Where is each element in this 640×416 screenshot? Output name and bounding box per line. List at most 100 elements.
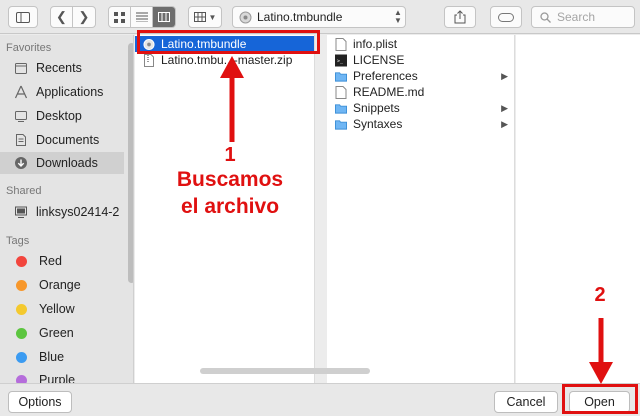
arrange-grid-icon: [193, 12, 206, 22]
documents-icon: [14, 133, 28, 147]
sidebar-tag-yellow[interactable]: Yellow: [0, 298, 124, 320]
tag-button[interactable]: [490, 6, 522, 28]
folder-icon: [335, 103, 347, 114]
list-item-label: Preferences: [353, 69, 418, 83]
options-button[interactable]: Options: [8, 391, 72, 413]
path-popup[interactable]: Latino.tmbundle ▲ ▼: [232, 6, 406, 28]
sidebar-item-label: Downloads: [36, 156, 98, 170]
disclosure-arrow-icon: ▶: [501, 70, 508, 81]
list-item-label: info.plist: [353, 37, 398, 51]
sidebar-item-label: Blue: [39, 350, 65, 364]
search-placeholder: Search: [557, 10, 596, 24]
path-popup-label: Latino.tmbundle: [257, 10, 343, 24]
grid-icon: [114, 11, 125, 23]
annotation-step2-number: 2: [594, 284, 606, 306]
share-button[interactable]: [444, 6, 476, 28]
highlight-box-open: [562, 384, 638, 414]
chevron-down-icon: ▼: [208, 12, 217, 22]
list-item-label: Snippets: [353, 101, 400, 115]
list-item-label: Syntaxes: [353, 117, 403, 131]
sidebar-tag-blue[interactable]: Blue: [0, 346, 124, 368]
sidebar-item-linksys[interactable]: linksys02414-2: [0, 201, 124, 223]
list-item-label: README.md: [353, 85, 425, 99]
sidebar-toggle-button[interactable]: [8, 6, 38, 28]
sidebar-item-label: Purple: [39, 373, 76, 383]
zip-file-icon: [144, 53, 154, 67]
list-item-readme[interactable]: README.md: [327, 84, 514, 100]
disclosure-arrow-icon: ▶: [501, 102, 508, 113]
sidebar-item-label: Documents: [36, 133, 100, 147]
forward-button[interactable]: ❯: [73, 7, 95, 27]
browser-column-2: info.plist >_ LICENSE Preferences ▶ READ…: [327, 35, 515, 383]
list-item-label: LICENSE: [353, 53, 405, 67]
tag-icon: [498, 12, 514, 22]
sidebar: Favorites Recents Applications Desktop D…: [0, 35, 134, 383]
arrow-up-icon: [220, 56, 244, 142]
chevron-right-icon: ❯: [78, 9, 90, 24]
sidebar-tag-purple[interactable]: Purple: [0, 369, 124, 383]
search-icon: [540, 11, 551, 23]
tags-heading: Tags: [6, 235, 30, 247]
file-icon: [335, 85, 347, 99]
list-item-syntaxes[interactable]: Syntaxes ▶: [327, 116, 514, 132]
sidebar-scrollbar[interactable]: [128, 43, 133, 283]
cancel-button[interactable]: Cancel: [494, 391, 558, 413]
sidebar-tag-green[interactable]: Green: [0, 322, 124, 344]
list-view-button[interactable]: [131, 7, 153, 27]
horizontal-scrollbar[interactable]: [200, 368, 370, 374]
file-icon: [335, 37, 347, 51]
annotation-step1-number: 1: [224, 144, 236, 166]
toolbar: ❮ ❯ ▼ Latino.tmbundle ▲ ▼ Search: [0, 0, 640, 34]
list-item-info-plist[interactable]: info.plist: [327, 36, 514, 52]
view-mode-control: [108, 6, 176, 28]
sidebar-tag-orange[interactable]: Orange: [0, 274, 124, 296]
list-icon: [135, 12, 148, 22]
downloads-icon: [14, 156, 28, 170]
annotation-step1-line1: Buscamos: [176, 168, 284, 191]
folder-icon: [335, 71, 347, 82]
annotation-step1-line2: el archivo: [180, 195, 280, 218]
disclosure-arrow-icon: ▶: [501, 118, 508, 129]
sidebar-item-documents[interactable]: Documents: [0, 129, 124, 151]
sidebar-item-label: Red: [39, 254, 62, 268]
sidebar-item-desktop[interactable]: Desktop: [0, 105, 124, 127]
highlight-box-file: [137, 30, 320, 54]
sidebar-item-label: Applications: [36, 85, 104, 99]
sidebar-item-label: Yellow: [39, 302, 75, 316]
tag-dot-icon: [16, 279, 27, 291]
list-item-snippets[interactable]: Snippets ▶: [327, 100, 514, 116]
tag-dot-icon: [16, 255, 27, 267]
columns-icon: [158, 12, 170, 22]
tag-dot-icon: [16, 327, 27, 339]
sidebar-item-label: Desktop: [36, 109, 82, 123]
browser-column-3: [516, 35, 640, 383]
list-item-license[interactable]: >_ LICENSE: [327, 52, 514, 68]
sidebar-item-label: Orange: [39, 278, 81, 292]
arrange-button[interactable]: ▼: [188, 6, 222, 28]
tag-dot-icon: [16, 351, 27, 363]
sidebar-item-label: Green: [39, 326, 74, 340]
applications-icon: [14, 85, 28, 99]
sidebar-tag-red[interactable]: Red: [0, 250, 124, 272]
sidebar-item-recents[interactable]: Recents: [0, 57, 124, 79]
recents-icon: [14, 61, 28, 75]
favorites-heading: Favorites: [6, 42, 52, 54]
tag-dot-icon: [16, 374, 27, 383]
sidebar-item-applications[interactable]: Applications: [0, 81, 124, 103]
bundle-icon: [239, 11, 252, 23]
network-computer-icon: [14, 205, 28, 219]
column-view-button[interactable]: [153, 7, 175, 27]
arrow-down-icon: [589, 318, 613, 384]
back-forward-control: ❮ ❯: [50, 6, 96, 28]
folder-icon: [335, 119, 347, 130]
search-field[interactable]: Search: [531, 6, 635, 28]
sidebar-toggle-icon: [16, 11, 30, 23]
sidebar-item-downloads[interactable]: Downloads: [0, 152, 124, 174]
sidebar-item-label: Recents: [36, 61, 82, 75]
terminal-icon: >_: [335, 54, 347, 66]
list-item-preferences[interactable]: Preferences ▶: [327, 68, 514, 84]
updown-chevron-icon: ▲ ▼: [394, 8, 402, 25]
icon-view-button[interactable]: [109, 7, 131, 27]
tag-dot-icon: [16, 303, 27, 315]
back-button[interactable]: ❮: [51, 7, 73, 27]
